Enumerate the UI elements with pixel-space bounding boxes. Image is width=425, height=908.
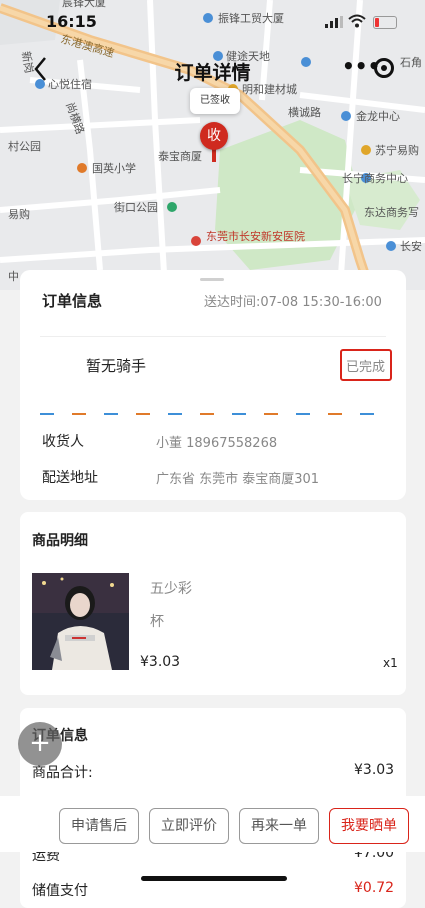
map-label: 长安 — [400, 239, 422, 253]
stored-pay-label: 储值支付 — [32, 883, 88, 899]
receive-marker[interactable]: 收 — [200, 122, 228, 150]
home-indicator — [141, 876, 287, 881]
product-spec: 杯 — [150, 614, 164, 630]
map-label: 街口公园 — [114, 200, 158, 214]
navigation-bar: 订单详情 ••• — [0, 52, 425, 88]
share-post-button[interactable]: 我要晒单 — [329, 808, 409, 844]
stored-pay-value: ¥0.72 — [354, 880, 395, 896]
receiver-label: 收货人 — [42, 434, 84, 450]
battery-icon — [373, 16, 397, 29]
review-button[interactable]: 立即评价 — [149, 808, 229, 844]
decorative-dash-line — [40, 413, 374, 415]
delivery-title: 订单信息 — [42, 292, 103, 310]
map-label: 金龙中心 — [356, 109, 400, 123]
map-label: 国英小学 — [92, 161, 136, 175]
drag-handle[interactable] — [200, 278, 224, 281]
status-bar: 16:15 — [0, 8, 425, 34]
signal-icon — [325, 16, 343, 28]
signed-tooltip: 已签收 — [190, 88, 240, 114]
reorder-button[interactable]: 再来一单 — [239, 808, 319, 844]
marker-pin-stem — [212, 148, 216, 162]
product-name: 五少彩 — [150, 581, 192, 597]
map-label: 泰宝商厦 — [158, 149, 202, 163]
rider-name: 暂无骑手 — [86, 357, 147, 375]
map-label: 东达商务写 — [364, 205, 419, 219]
map-label: 横诚路 — [288, 105, 321, 119]
product-quantity: x1 — [383, 656, 398, 670]
delivery-time: 送达时间:07-08 15:30-16:00 — [204, 295, 382, 310]
status-time: 16:15 — [46, 12, 97, 31]
map-label: 东莞市长安新安医院 — [206, 229, 305, 243]
subtotal-value: ¥3.03 — [354, 762, 395, 778]
map-label: 村公园 — [8, 139, 41, 153]
map-label: 苏宁易购 — [375, 143, 419, 157]
close-target-icon[interactable] — [374, 58, 394, 78]
map-label: 长宁商务中心 — [342, 171, 408, 185]
status-badge: 已完成 — [346, 360, 386, 375]
address-value: 广东省 东莞市 泰宝商厦301 — [156, 472, 320, 487]
goods-title: 商品明细 — [32, 533, 88, 549]
map-label: 易购 — [8, 207, 30, 221]
divider — [40, 336, 386, 337]
product-thumbnail[interactable] — [32, 573, 129, 670]
mini-program-capsule: ••• — [300, 54, 408, 84]
wifi-icon — [348, 14, 366, 28]
address-label: 配送地址 — [42, 470, 98, 486]
map-label: 中 — [8, 270, 19, 283]
after-sale-button[interactable]: 申请售后 — [59, 808, 139, 844]
product-price: ¥3.03 — [140, 654, 181, 670]
receiver-value: 小董 18967558268 — [156, 436, 278, 451]
add-floating-button[interactable]: + — [18, 722, 62, 766]
